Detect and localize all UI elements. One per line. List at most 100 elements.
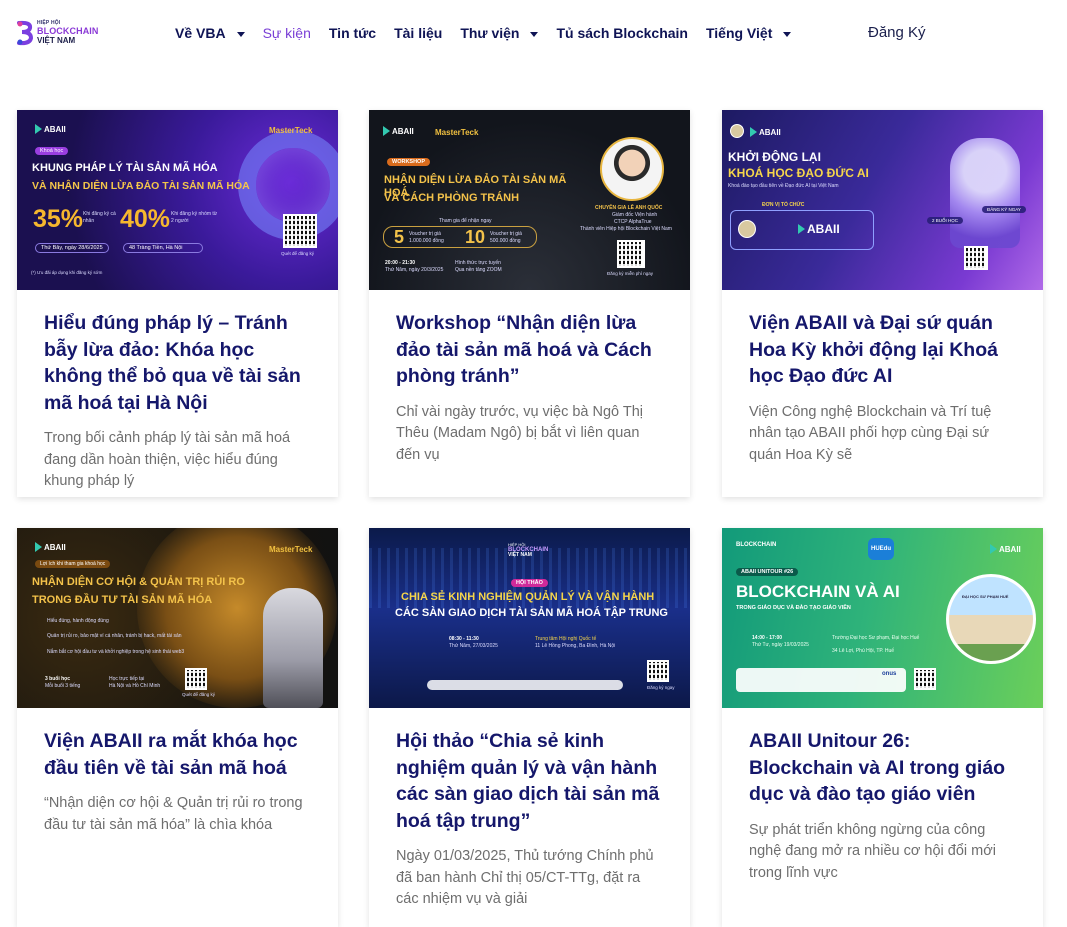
post-thumbnail[interactable]: HIỆP HỘI BLOCKCHAIN VIỆT NAM HỘI THẢO CH… [369,528,690,708]
discount-35: 35% [33,205,84,233]
logo-text: HIỆP HỘI BLOCKCHAIN VIỆT NAM [37,21,99,45]
unitour-tag: ABAII UNITOUR #26 [736,568,799,576]
workshop-tag: WORKSHOP [387,158,430,166]
learning-cities: Hà Nội và Hồ Chí Minh [109,683,161,689]
nav-item-tu-sach[interactable]: Tủ sách Blockchain [556,25,687,41]
session-count: 3 buổi học [45,676,70,682]
thumb-headline-1: CHIA SẺ KINH NGHIỆM QUẢN LÝ VÀ VẬN HÀNH [401,591,655,603]
post-thumbnail[interactable]: ABAII MasterTeck Lợi ích khi tham gia kh… [17,528,338,708]
robot-figure [263,588,323,708]
sponsor-strip [736,668,906,692]
event-address: 34 Lê Lợi, Phú Hội, TP. Huế [832,648,895,654]
event-date: Thứ Năm, ngày 20/3/2025 [385,267,444,273]
learning-mode: Học trực tiếp tại [109,676,145,682]
nav-item-thu-vien[interactable]: Thư viện [460,25,539,41]
thumb-headline-2: KHOÁ HỌC ĐẠO ĐỨC AI [728,166,869,180]
session-length: Mỗi buổi 3 tiếng [45,683,81,689]
thumb-headline-1: BLOCKCHAIN VÀ AI [736,582,900,601]
speaker-desc-1: Giám đốc Viện hành [612,212,658,218]
thumb-headline-1: KHUNG PHÁP LÝ TÀI SẢN MÃ HÓA [32,162,218,174]
event-place: 48 Tràng Tiền, Hà Nội [123,243,203,253]
discount-35-note: Khi đăng ký cá nhân [83,211,116,224]
event-time: 20:00 - 21:30 [385,260,416,266]
site-logo[interactable]: HIỆP HỘI BLOCKCHAIN VIỆT NAM [16,16,112,50]
thumb-headline-1: KHỞI ĐỘNG LẠI [728,150,821,164]
event-platform: Qua nền tảng ZOOM [455,267,502,273]
voucher-5: 5 [394,227,405,247]
post-thumbnail[interactable]: BLOCKCHAIN HUEdu ABAII ABAII UNITOUR #26… [722,528,1043,708]
post-thumbnail[interactable]: ABAII MasterTeck WORKSHOP NHẬN DIỆN LỪA … [369,110,690,290]
university-photo [946,574,1036,664]
abaii-logo: ABAII [383,126,414,136]
post-excerpt: Viện Công nghệ Blockchain và Trí tuệ nhâ… [749,403,992,463]
post-title[interactable]: Viện ABAII và Đại sứ quán Hoa Kỳ khởi độ… [749,310,1016,390]
masterteck-logo: MasterTeck [269,545,313,554]
post-card[interactable]: ABAII MasterTeck Lợi ích khi tham gia kh… [17,528,338,927]
chevron-down-icon [783,31,792,37]
chevron-down-icon [530,31,539,37]
events-grid: ABAII MasterTeck Khoá học KHUNG PHÁP LÝ … [17,110,1043,927]
speaker-desc-2: CTCP AlphaTrue [614,219,652,225]
discount-40: 40% [120,205,171,233]
nav-label: Thư viện [460,25,520,41]
event-venue: Trung tâm Hội nghị Quốc tế [535,636,597,642]
qr-caption: Quét để đăng ký [281,251,315,256]
post-body: ABAII Unitour 26: Blockchain và AI trong… [722,708,1043,884]
nav-label: Tủ sách Blockchain [556,25,688,41]
qr-code-icon [617,240,645,268]
logo-line-3: VIỆT NAM [37,36,76,45]
nav-label: Tiếng Việt [705,25,773,41]
abaii-logo-large: ABAII [798,222,840,236]
thumb-headline-2: VÀ NHẬN DIỆN LỪA ĐẢO TÀI SẢN MÃ HÓA [32,180,250,192]
sponsor-strip [427,680,623,690]
event-date: Thứ Tư, ngày 19/03/2025 [752,642,809,648]
nav-label: Tin tức [328,25,377,41]
speaker-desc-3: Thành viên Hiệp hội Blockchain Việt Nam [580,226,672,232]
vba-logo: BLOCKCHAIN [736,542,777,548]
post-card[interactable]: HIỆP HỘI BLOCKCHAIN VIỆT NAM HỘI THẢO CH… [369,528,690,927]
thumb-subline: Khoá đào tạo đầu tiên về Đạo đức AI tại … [728,183,839,189]
organizer-label: ĐƠN VỊ TỔ CHỨC [762,202,805,208]
event-date: Thứ Năm, 27/03/2025 [449,643,498,649]
register-badge: ĐĂNG KÝ NGAY [982,206,1026,213]
post-excerpt: “Nhận diện cơ hội & Quản trị rủi ro tron… [44,795,303,833]
event-time: 08:30 - 11:30 [449,636,479,642]
qr-code-icon [283,214,317,248]
language-switcher[interactable]: Tiếng Việt [705,25,792,41]
post-excerpt: Trong bối cảnh pháp lý tài sản mã hoá đa… [44,430,291,489]
post-title[interactable]: Viện ABAII ra mắt khóa học đầu tiên về t… [44,728,311,781]
masterteck-logo: MasterTeck [269,126,313,135]
post-card[interactable]: ABAII MasterTeck WORKSHOP NHẬN DIỆN LỪA … [369,110,690,497]
post-title[interactable]: Hội thảo “Chia sẻ kinh nghiệm quản lý và… [396,728,663,834]
qr-caption: Đăng ký miễn phí ngay [607,271,654,276]
register-link[interactable]: Đăng Ký [868,24,926,41]
post-title[interactable]: Hiểu đúng pháp lý – Tránh bẫy lừa đảo: K… [44,310,311,416]
post-body: Hội thảo “Chia sẻ kinh nghiệm quản lý và… [369,708,690,911]
nav-item-ve-vba[interactable]: Về VBA [175,25,245,41]
us-embassy-seal-icon [730,124,744,138]
post-card[interactable]: ABAII MasterTeck Khoá học KHUNG PHÁP LÝ … [17,110,338,497]
abaii-logo: ABAII [750,127,781,137]
nav-item-tai-lieu[interactable]: Tài liệu [394,25,442,41]
chevron-down-icon [236,31,245,37]
post-title[interactable]: Workshop “Nhận diện lừa đảo tài sản mã h… [396,310,663,390]
post-body: Workshop “Nhận diện lừa đảo tài sản mã h… [369,290,690,466]
nav-item-su-kien[interactable]: Sự kiện [263,25,311,41]
post-card[interactable]: ABAII KHỞI ĐỘNG LẠI KHOÁ HỌC ĐẠO ĐỨC AI … [722,110,1043,497]
voucher-10: 10 [465,227,486,247]
seminar-tag: HỘI THẢO [511,579,548,587]
post-card[interactable]: BLOCKCHAIN HUEdu ABAII ABAII UNITOUR #26… [722,528,1043,927]
post-title[interactable]: ABAII Unitour 26: Blockchain và AI trong… [749,728,1016,808]
post-thumbnail[interactable]: ABAII KHỞI ĐỘNG LẠI KHOÁ HỌC ĐẠO ĐỨC AI … [722,110,1043,290]
post-thumbnail[interactable]: ABAII MasterTeck Khoá học KHUNG PHÁP LÝ … [17,110,338,290]
main-nav: Về VBA Sự kiện Tin tức Tài liệu Thư viện… [175,22,809,44]
nav-item-tin-tuc[interactable]: Tin tức [329,25,376,41]
event-date: Thứ Bảy, ngày 28/6/2025 [35,243,109,253]
vba-logo: HIỆP HỘI BLOCKCHAIN VIỆT NAM [508,542,549,558]
event-format: Hình thức trực tuyến [455,260,501,266]
thumb-headline-2: TRONG GIÁO DỤC VÀ ĐÀO TẠO GIÁO VIÊN [736,605,851,611]
speaker-name: CHUYÊN GIA LÊ ANH QUỐC [595,205,663,211]
post-body: Viện ABAII ra mắt khóa học đầu tiên về t… [17,708,338,836]
thumb-headline-1: NHẬN DIỆN CƠ HỘI & QUẢN TRỊ RỦI RO [32,576,245,588]
event-time: 14:00 - 17:00 [752,635,783,641]
